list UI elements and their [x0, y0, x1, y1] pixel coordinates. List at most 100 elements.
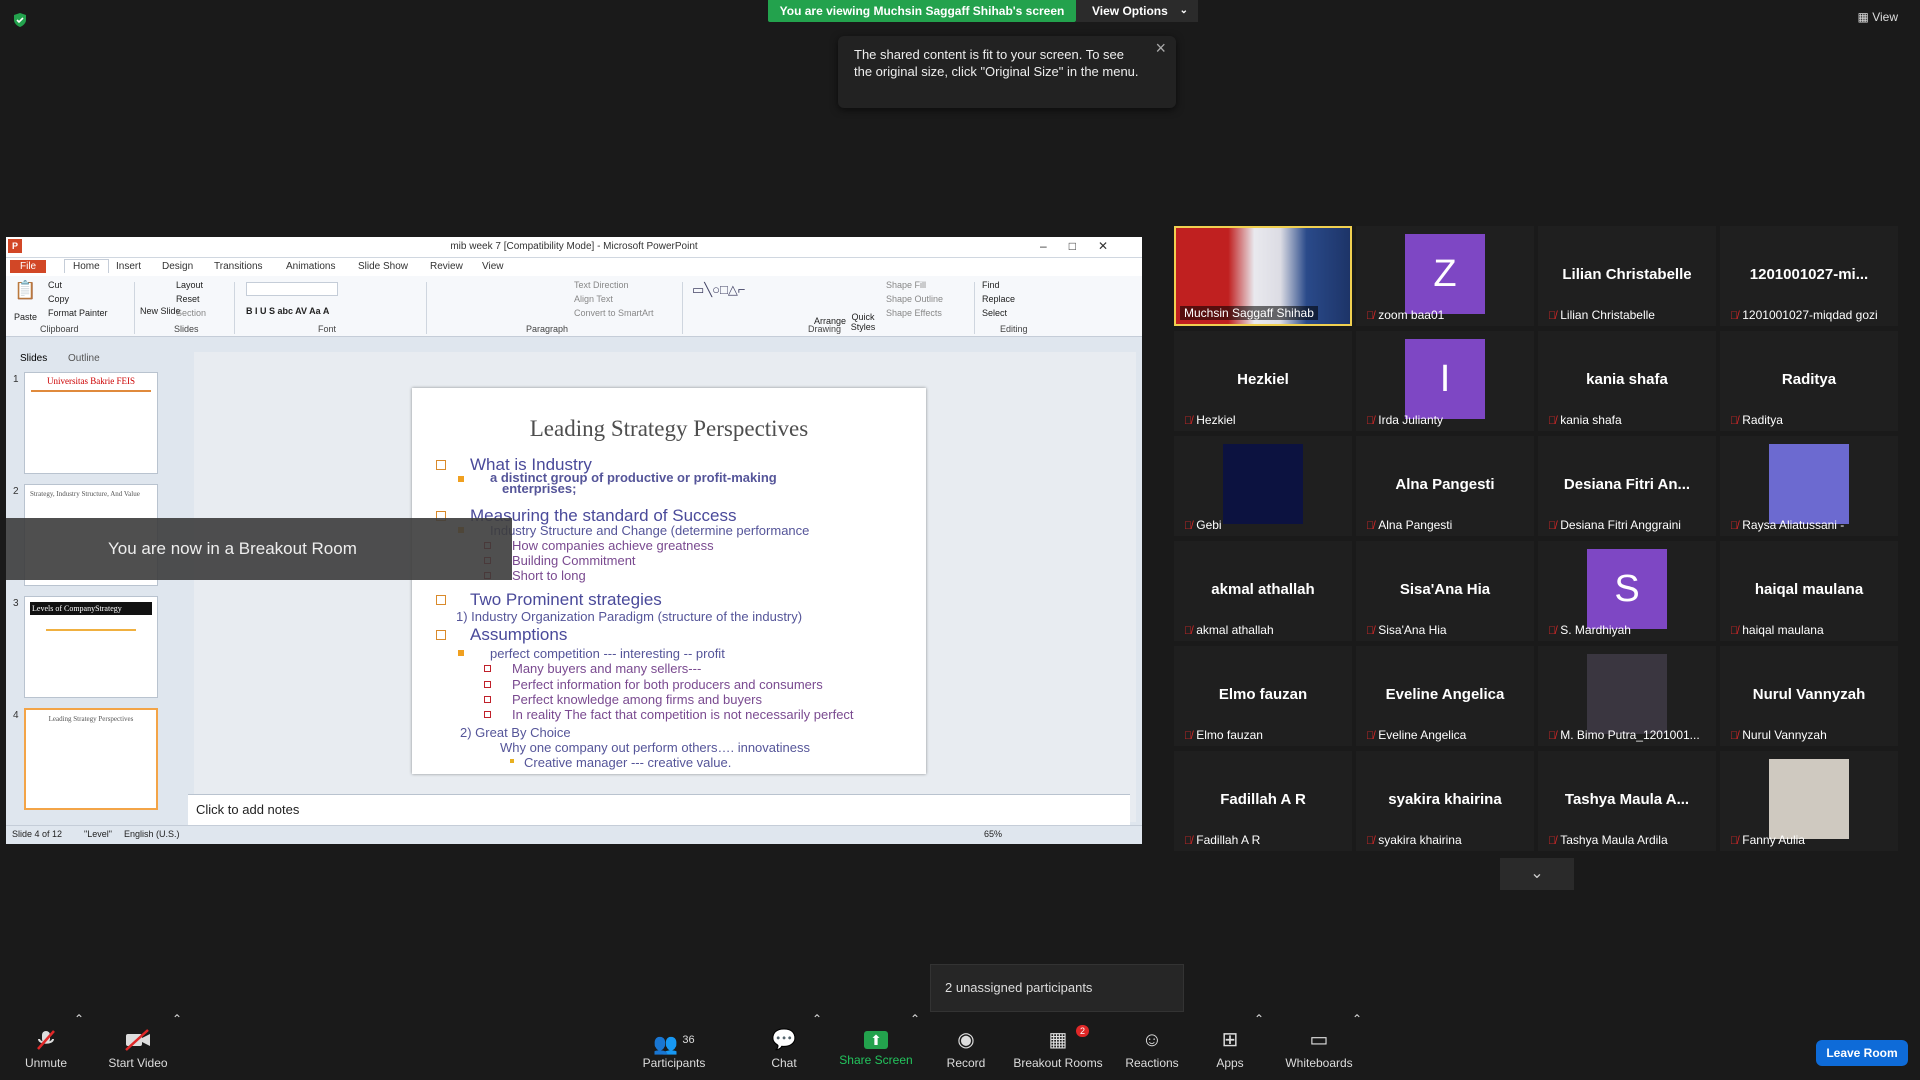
share-options-chevron[interactable]: ⌃ — [910, 1012, 920, 1080]
unmute-button[interactable]: Unmute — [14, 1012, 78, 1080]
gallery-next-page-button[interactable]: ⌄ — [1500, 858, 1574, 890]
participant-tile[interactable]: 1201001027-mi... 🎙̸ 1201001027-miqdad gozi — [1720, 226, 1898, 326]
convert-smartart-label: Convert to SmartArt — [574, 308, 654, 318]
participant-name-label: 🎙̸ 1201001027-miqdad gozi — [1730, 308, 1878, 322]
leave-room-button[interactable]: Leave Room — [1816, 1040, 1908, 1066]
breakout-rooms-button[interactable]: ▦ 2 Breakout Rooms — [1012, 1012, 1104, 1080]
participant-video — [1769, 759, 1849, 839]
participant-name-label: 🎙̸ akmal athallah — [1184, 623, 1274, 637]
participant-tile[interactable]: haiqal maulana 🎙̸ haiqal maulana — [1720, 541, 1898, 641]
share-screen-button[interactable]: ⬆ Share Screen — [834, 1012, 918, 1080]
fit-screen-tooltip: The shared content is fit to your screen… — [838, 36, 1176, 108]
participant-display-name: Nurul Vannyzah — [1752, 686, 1866, 703]
participant-tile[interactable]: Fadillah A R 🎙̸ Fadillah A R — [1174, 751, 1352, 851]
participant-tile[interactable]: Alna Pangesti 🎙̸ Alna Pangesti — [1356, 436, 1534, 536]
reactions-label: Reactions — [1125, 1056, 1179, 1070]
bullet-icon — [484, 665, 491, 672]
participant-display-name: haiqal maulana — [1754, 581, 1864, 598]
slides-tab: Slides — [20, 353, 48, 364]
microphone-muted-icon: 🎙̸ — [1366, 730, 1375, 742]
notes-placeholder: Click to add notes — [196, 802, 300, 817]
participant-name-label: 🎙̸ Hezkiel — [1184, 413, 1236, 427]
thumb-number: 1 — [13, 374, 19, 385]
tab-insert: Insert — [116, 261, 142, 272]
microphone-muted-icon: 🎙̸ — [1730, 730, 1739, 742]
participant-name-label: 🎙̸ haiqal maulana — [1730, 623, 1824, 637]
participant-name: Gebi — [1196, 518, 1222, 532]
unassigned-participants-popup[interactable]: 2 unassigned participants — [930, 964, 1184, 1012]
participant-tile[interactable]: 🎙̸ M. Bimo Putra_1201001... — [1538, 646, 1716, 746]
participant-tile[interactable]: I 🎙̸ Irda Julianty — [1356, 331, 1534, 431]
participant-tile[interactable]: Desiana Fitri An... 🎙̸ Desiana Fitri Anggr… — [1538, 436, 1716, 536]
video-options-chevron[interactable]: ⌃ — [172, 1012, 182, 1080]
thumb-title: Levels of CompanyStrategy — [30, 602, 152, 615]
ppt-ribbon: 📋 Paste Cut Copy Format Painter Clipboar… — [6, 276, 1142, 337]
audio-options-chevron[interactable]: ⌃ — [74, 1012, 84, 1080]
participant-tile[interactable]: Tashya Maula A... 🎙̸ Tashya Maula Ardila — [1538, 751, 1716, 851]
participant-tile[interactable]: Sisa'Ana Hia 🎙̸ Sisa'Ana Hia — [1356, 541, 1534, 641]
participant-tile[interactable]: Lilian Christabelle 🎙̸ Lilian Christabelle — [1538, 226, 1716, 326]
apps-options-chevron[interactable]: ⌃ — [1254, 1012, 1264, 1080]
whiteboards-button[interactable]: ▭ Whiteboards — [1282, 1012, 1356, 1080]
whiteboards-options-chevron[interactable]: ⌃ — [1352, 1012, 1362, 1080]
participant-tile[interactable]: Raditya 🎙̸ Raditya — [1720, 331, 1898, 431]
participant-tile[interactable]: Muchsin Saggaff Shihab — [1174, 226, 1352, 326]
chevron-down-icon: ⌄ — [1530, 865, 1544, 882]
theme-name: "Level" — [84, 829, 112, 839]
security-shield-icon[interactable] — [12, 12, 28, 28]
participants-button[interactable]: 👥 36 Participants — [636, 1012, 712, 1080]
unmute-label: Unmute — [24, 1056, 68, 1070]
participant-tile[interactable]: Eveline Angelica 🎙̸ Eveline Angelica — [1356, 646, 1534, 746]
thumb-number: 4 — [13, 710, 19, 721]
microphone-muted-icon: 🎙̸ — [1548, 310, 1557, 322]
start-video-button[interactable]: Start Video — [104, 1012, 172, 1080]
microphone-muted-icon: 🎙̸ — [1366, 415, 1375, 427]
apps-button[interactable]: ⊞ Apps — [1208, 1012, 1252, 1080]
slide-text-line: Two Prominent strategies — [470, 590, 662, 609]
participant-name-label: 🎙̸ Fanny Aulia — [1730, 833, 1805, 847]
close-icon[interactable]: × — [1155, 39, 1166, 57]
reactions-button[interactable]: ☺ Reactions — [1120, 1012, 1184, 1080]
shape-outline-label: Shape Outline — [886, 294, 944, 304]
view-options-button[interactable]: View Options ⌄ — [1076, 0, 1198, 22]
microphone-muted-icon: 🎙̸ — [1184, 625, 1193, 637]
participant-tile[interactable]: 🎙̸ Gebi — [1174, 436, 1352, 536]
view-button[interactable]: ▦ View — [1858, 10, 1898, 24]
participant-tile[interactable]: Z 🎙̸ zoom baa01 — [1356, 226, 1534, 326]
participant-name-label: 🎙̸ Alna Pangesti — [1366, 518, 1452, 532]
font-format-buttons: B I U S abc AV Aa A — [246, 306, 330, 316]
participant-video — [1769, 444, 1849, 524]
participant-name-label: 🎙̸ Elmo fauzan — [1184, 728, 1263, 742]
select-label: Select — [982, 308, 1008, 318]
chat-button[interactable]: 💬 Chat — [758, 1012, 810, 1080]
participant-tile[interactable]: 🎙̸ Fanny Aulia — [1720, 751, 1898, 851]
screen-share-banner: You are viewing Muchsin Saggaff Shihab's… — [768, 0, 1076, 22]
microphone-muted-icon: 🎙̸ — [1730, 520, 1739, 532]
participant-tile[interactable]: Nurul Vannyzah 🎙̸ Nurul Vannyzah — [1720, 646, 1898, 746]
microphone-muted-icon: 🎙̸ — [1548, 520, 1557, 532]
notes-pane: Click to add notes — [188, 794, 1130, 825]
participant-tile[interactable]: Elmo fauzan 🎙̸ Elmo fauzan — [1174, 646, 1352, 746]
group-drawing: Drawing — [808, 324, 842, 334]
reset-label: Reset — [176, 294, 200, 304]
participant-tile[interactable]: syakira khairina 🎙̸ syakira khairina — [1356, 751, 1534, 851]
layout-label: Layout — [176, 280, 204, 290]
participant-tile[interactable]: kania shafa 🎙̸ kania shafa — [1538, 331, 1716, 431]
chat-options-chevron[interactable]: ⌃ — [812, 1012, 822, 1080]
participant-tile[interactable]: S 🎙̸ S. Mardhiyah — [1538, 541, 1716, 641]
slide-text-line: 1) Industry Organization Paradigm (struc… — [456, 609, 803, 624]
participant-name: Raysa Aliatussani - — [1742, 518, 1845, 532]
whiteboard-icon: ▭ — [1309, 1029, 1329, 1051]
participant-tile[interactable]: 🎙̸ Raysa Aliatussani - — [1720, 436, 1898, 536]
bullet-icon — [484, 681, 491, 688]
participant-name-label: 🎙̸ Sisa'Ana Hia — [1366, 623, 1447, 637]
slide-text-line: Industry Structure and Change (determine… — [490, 523, 810, 538]
participant-tile[interactable]: Hezkiel 🎙̸ Hezkiel — [1174, 331, 1352, 431]
microphone-muted-icon: 🎙̸ — [1184, 835, 1193, 847]
participant-tile[interactable]: akmal athallah 🎙̸ akmal athallah — [1174, 541, 1352, 641]
chevron-down-icon: ⌄ — [1179, 5, 1188, 16]
microphone-muted-icon: 🎙̸ — [1548, 625, 1557, 637]
record-icon: ◉ — [957, 1029, 975, 1051]
group-clipboard: Clipboard — [40, 324, 79, 334]
record-button[interactable]: ◉ Record — [938, 1012, 994, 1080]
